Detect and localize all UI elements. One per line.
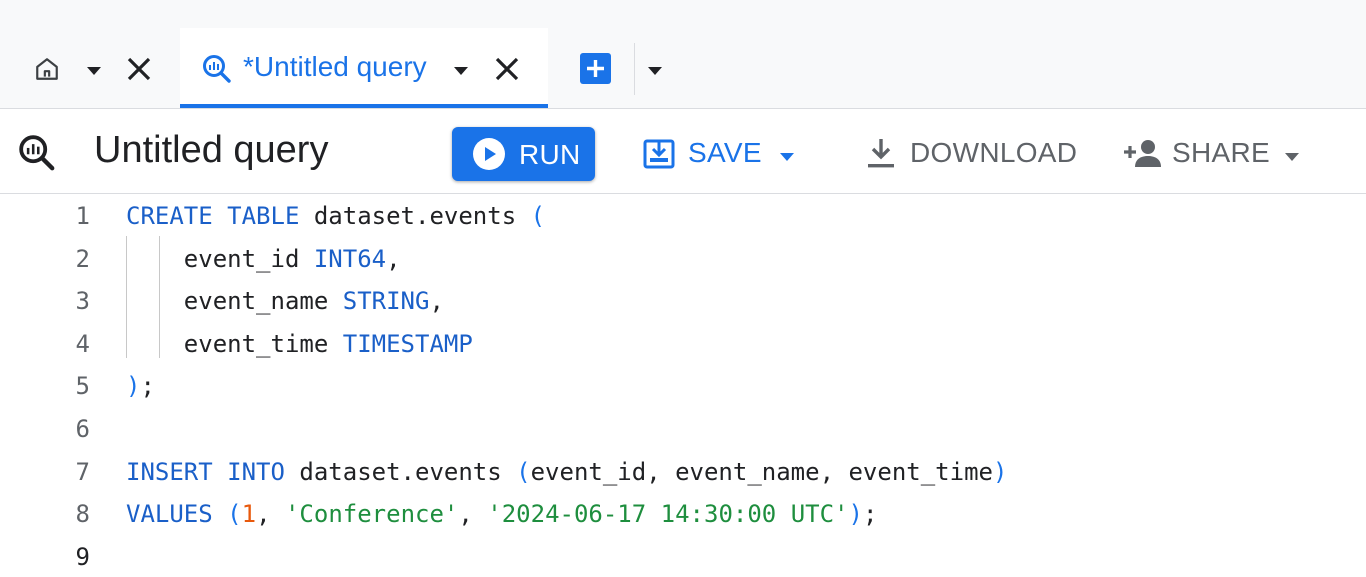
code-token: 'Conference' xyxy=(284,500,459,529)
run-button[interactable]: RUN xyxy=(452,127,595,181)
home-tab-menu-chevron-down-icon[interactable] xyxy=(86,63,102,81)
query-toolbar: Untitled query RUN SAVE DOWNLOAD SHARE xyxy=(0,109,1366,194)
share-button[interactable]: SHARE xyxy=(1124,135,1309,175)
line-number: 2 xyxy=(75,244,90,273)
active-tab-indicator xyxy=(180,104,548,108)
save-menu-chevron-down-icon[interactable] xyxy=(779,149,795,167)
code-line[interactable]: VALUES (1, 'Conference', '2024-06-17 14:… xyxy=(126,492,1326,535)
code-line[interactable]: ); xyxy=(126,364,1326,407)
download-label: DOWNLOAD xyxy=(910,137,1078,168)
tab-close-icon[interactable] xyxy=(494,56,520,87)
code-line[interactable] xyxy=(126,535,1326,577)
code-token: event_name xyxy=(126,287,343,316)
code-token: event_id, event_name, event_time xyxy=(530,457,993,486)
code-token: TIMESTAMP xyxy=(342,329,473,358)
code-token: '2024-06-17 14:30:00 UTC' xyxy=(487,500,849,529)
save-label: SAVE xyxy=(688,137,762,168)
more-tabs-chevron-down-icon[interactable] xyxy=(647,63,663,81)
tab-menu-chevron-down-icon[interactable] xyxy=(453,63,469,81)
code-area[interactable]: CREATE TABLE dataset.events ( event_id I… xyxy=(126,194,1326,577)
code-token: INSERT xyxy=(126,457,213,486)
code-token: ( xyxy=(530,202,546,230)
sql-editor[interactable]: 123456789 CREATE TABLE dataset.events ( … xyxy=(0,194,1366,571)
new-tab-button[interactable] xyxy=(580,53,611,84)
code-token: ( xyxy=(516,457,531,486)
share-menu-chevron-down-icon[interactable] xyxy=(1284,149,1300,167)
query-icon xyxy=(202,54,232,89)
code-token: ( xyxy=(227,500,242,529)
tab-untitled-query[interactable]: *Untitled query xyxy=(180,28,548,108)
save-icon xyxy=(643,137,675,174)
code-token: ) xyxy=(126,372,141,401)
download-button[interactable]: DOWNLOAD xyxy=(866,135,1078,175)
code-line[interactable]: event_id INT64, xyxy=(126,237,1326,280)
code-token: ; xyxy=(140,372,155,401)
add-person-icon xyxy=(1124,139,1162,172)
home-tab-close-icon[interactable] xyxy=(126,56,152,87)
code-line[interactable]: event_name STRING, xyxy=(126,279,1326,322)
line-number: 9 xyxy=(75,542,90,571)
code-token: CREATE xyxy=(126,202,213,230)
line-number: 8 xyxy=(75,500,90,529)
code-token: ) xyxy=(992,457,1008,486)
code-token: ; xyxy=(862,500,878,529)
code-token: ) xyxy=(848,500,863,529)
tab-label: *Untitled query xyxy=(243,51,427,82)
code-line[interactable] xyxy=(126,407,1326,450)
code-token: dataset.events xyxy=(284,457,517,486)
code-token: event_time xyxy=(126,329,343,358)
code-token: 1 xyxy=(241,500,257,529)
code-token: , xyxy=(458,500,488,529)
run-label: RUN xyxy=(519,139,581,170)
tab-bar: *Untitled query xyxy=(0,0,1366,109)
share-label: SHARE xyxy=(1172,137,1270,168)
code-line[interactable]: event_time TIMESTAMP xyxy=(126,322,1326,365)
code-token: TABLE xyxy=(227,202,300,230)
divider xyxy=(634,43,635,95)
line-number: 5 xyxy=(75,372,90,401)
code-token: INT64 xyxy=(313,244,387,273)
play-icon xyxy=(473,138,505,175)
code-token: , xyxy=(429,287,444,316)
page-title[interactable]: Untitled query xyxy=(94,129,328,172)
line-number: 7 xyxy=(75,457,90,486)
code-token: event_id xyxy=(126,244,314,273)
plus-icon xyxy=(587,60,604,77)
download-icon xyxy=(866,137,896,174)
home-icon[interactable] xyxy=(34,56,60,87)
line-number: 6 xyxy=(75,414,90,443)
save-button[interactable]: SAVE xyxy=(643,135,803,175)
line-number: 1 xyxy=(75,202,90,230)
line-number: 4 xyxy=(75,329,90,358)
code-token: dataset.events xyxy=(299,202,531,230)
line-number-gutter: 1 2 3 4 5 6 7 8 9 xyxy=(40,194,90,577)
line-number: 3 xyxy=(75,287,90,316)
code-token: STRING xyxy=(342,287,430,316)
code-token: , xyxy=(386,244,401,273)
code-line[interactable]: CREATE TABLE dataset.events ( xyxy=(126,194,1326,237)
code-token: INTO xyxy=(227,457,285,486)
code-token: VALUES xyxy=(126,500,213,529)
query-icon xyxy=(18,134,56,177)
code-line[interactable]: INSERT INTO dataset.events (event_id, ev… xyxy=(126,450,1326,493)
code-token: , xyxy=(256,500,285,529)
